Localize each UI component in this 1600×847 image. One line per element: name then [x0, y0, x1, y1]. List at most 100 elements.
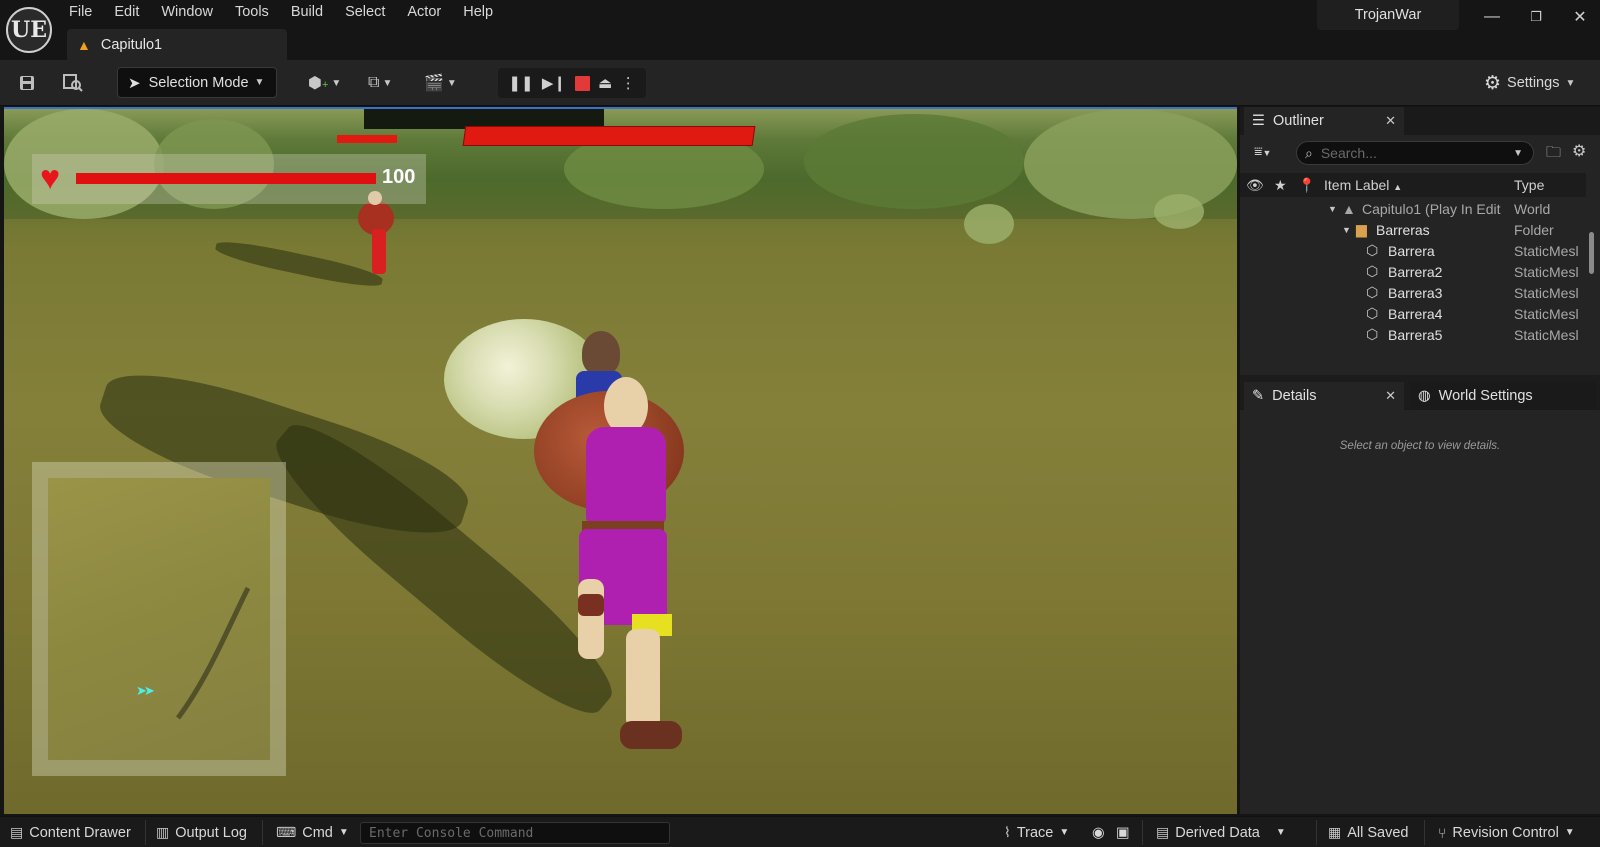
content-drawer-button[interactable]: ▤ Content Drawer — [10, 817, 131, 847]
small-bush — [964, 204, 1014, 244]
right-panel: ☰ Outliner ✕ ⩸▼ ⌕ Search... ▼ 🗀 ⚙ 👁 ★ 📍 … — [1240, 107, 1600, 814]
menu-build[interactable]: Build — [280, 0, 334, 26]
revision-control-button[interactable]: ⑂ Revision Control ▼ — [1438, 817, 1575, 847]
settings-button[interactable]: ⚙ Settings ▼ — [1484, 68, 1575, 98]
player-boot — [620, 721, 682, 749]
outliner-filter-row: ⩸▼ ⌕ Search... ▼ 🗀 ⚙ — [1240, 135, 1600, 171]
outliner-row-folder[interactable]: ▼ ▆ Barreras Folder — [1240, 219, 1586, 240]
separator — [262, 820, 263, 845]
details-empty-message: Select an object to view details. — [1339, 440, 1501, 452]
world-settings-tab[interactable]: ◍ World Settings — [1410, 382, 1596, 410]
mesh-icon: ⬡ — [1366, 263, 1379, 279]
output-log-button[interactable]: ▥ Output Log — [156, 817, 247, 847]
cinematics-button[interactable]: 🎬 ▼ — [424, 68, 457, 98]
trace-button[interactable]: ⌇ Trace ▼ — [1004, 817, 1069, 847]
clapperboard-icon: 🎬 — [424, 75, 444, 92]
level-icon: ▲ — [77, 36, 91, 53]
outliner-row-mesh[interactable]: ⬡ Barrera4 StaticMesl — [1240, 303, 1586, 324]
selection-mode-dropdown[interactable]: ➤ Selection Mode ▼ — [117, 67, 277, 98]
branch-icon: ⑂ — [1438, 824, 1447, 841]
chevron-down-icon: ▼ — [1059, 827, 1070, 838]
frame-advance-icon[interactable]: ▶❙ — [542, 74, 566, 92]
visibility-icon[interactable]: 👁 — [1246, 177, 1264, 194]
outliner-row-mesh[interactable]: ⬡ Barrera3 StaticMesl — [1240, 282, 1586, 303]
outliner-tab[interactable]: ☰ Outliner ✕ — [1244, 107, 1404, 135]
star-icon[interactable]: ★ — [1274, 177, 1287, 194]
more-options-icon[interactable]: ⋮ — [621, 74, 636, 92]
close-icon[interactable]: ✕ — [1565, 4, 1595, 30]
details-body: Select an object to view details. — [1240, 410, 1600, 814]
cmd-dropdown[interactable]: ⌨ Cmd ▼ — [276, 817, 349, 847]
all-saved-label: All Saved — [1347, 824, 1409, 841]
row-label: Barrera5 — [1388, 326, 1443, 343]
outliner-row-mesh[interactable]: ⬡ Barrera2 StaticMesl — [1240, 261, 1586, 282]
derived-data-label: Derived Data — [1175, 824, 1260, 841]
unreal-logo-icon[interactable]: UE — [6, 7, 52, 53]
minimize-icon[interactable]: — — [1477, 4, 1507, 30]
player-marker-icon: ➤➤ — [136, 683, 155, 698]
outliner-row-level[interactable]: ▼ ▲ Capitulo1 (Play In Edit World — [1240, 198, 1586, 219]
menu-help[interactable]: Help — [452, 0, 504, 26]
derived-data-button[interactable]: ▤ Derived Data ▼ — [1156, 817, 1286, 847]
row-label: Barreras — [1376, 221, 1430, 238]
add-actor-button[interactable]: ⬢+ ▼ — [308, 68, 341, 98]
revision-control-label: Revision Control — [1452, 824, 1559, 841]
details-tab[interactable]: ✎ Details ✕ — [1244, 382, 1404, 410]
globe-icon: ◍ — [1418, 388, 1431, 404]
separator — [145, 820, 146, 845]
outliner-icon: ☰ — [1252, 113, 1265, 129]
browse-icon[interactable] — [60, 70, 86, 96]
terminal-icon: ⌨ — [276, 824, 297, 840]
pencil-icon: ✎ — [1252, 388, 1265, 404]
save-icon[interactable] — [14, 70, 40, 96]
game-viewport[interactable]: ♥ 100 ➤➤ — [4, 107, 1237, 814]
separator — [1424, 820, 1425, 845]
column-item-label[interactable]: Item Label ▲ — [1324, 177, 1402, 193]
blueprint-button[interactable]: ⧉ ▼ — [368, 68, 392, 98]
row-label: Barrera — [1388, 242, 1435, 259]
expand-arrow-icon[interactable]: ▼ — [1328, 204, 1337, 214]
outliner-search-input[interactable]: ⌕ Search... ▼ — [1296, 141, 1534, 165]
menu-tools[interactable]: Tools — [224, 0, 280, 26]
level-tab[interactable]: ▲ Capitulo1 — [67, 29, 287, 60]
outliner-title: Outliner — [1273, 113, 1324, 129]
outliner-scrollbar[interactable] — [1589, 232, 1594, 274]
gear-icon[interactable]: ⚙ — [1572, 141, 1586, 161]
record-icon[interactable]: ◉ — [1092, 817, 1105, 847]
menu-actor[interactable]: Actor — [396, 0, 452, 26]
outliner-row-mesh[interactable]: ⬡ Barrera StaticMesl — [1240, 240, 1586, 261]
menu-window[interactable]: Window — [150, 0, 224, 26]
trace-icon: ⌇ — [1004, 824, 1011, 840]
add-actor-icon: ⬢+ — [308, 75, 329, 92]
close-icon[interactable]: ✕ — [1385, 113, 1396, 129]
eject-icon[interactable]: ⏏ — [598, 74, 612, 92]
menu-file[interactable]: File — [58, 0, 103, 26]
console-command-input[interactable]: Enter Console Command — [360, 822, 670, 844]
folder-icon: ▆ — [1356, 221, 1367, 237]
screenshot-icon[interactable]: ▣ — [1116, 817, 1130, 847]
separator — [1316, 820, 1317, 845]
menu-select[interactable]: Select — [334, 0, 396, 26]
close-icon[interactable]: ✕ — [1385, 388, 1396, 404]
tree-cluster — [804, 114, 1024, 209]
main-toolbar: ➤ Selection Mode ▼ ⬢+ ▼ ⧉ ▼ 🎬 ▼ ❚❚ ▶❙ ⏏ ⋮ ⚙… — [0, 60, 1600, 106]
chevron-down-icon: ▼ — [254, 77, 265, 88]
enemy-health-bar — [462, 126, 756, 146]
chevron-down-icon: ▼ — [331, 77, 342, 89]
expand-arrow-icon[interactable]: ▼ — [1342, 225, 1351, 235]
row-type: StaticMesl — [1514, 284, 1579, 301]
title-bar: UE File Edit Window Tools Build Select A… — [0, 0, 1600, 60]
add-folder-icon[interactable]: 🗀 — [1546, 142, 1561, 167]
derived-data-icon: ▤ — [1156, 824, 1170, 840]
blueprint-icon: ⧉ — [368, 74, 380, 91]
restore-icon[interactable]: ❐ — [1521, 4, 1551, 30]
small-bush — [1154, 194, 1204, 229]
column-type[interactable]: Type — [1514, 177, 1544, 193]
outliner-row-mesh[interactable]: ⬡ Barrera5 StaticMesl — [1240, 324, 1586, 345]
stop-icon[interactable] — [574, 75, 590, 91]
pin-icon[interactable]: 📍 — [1298, 177, 1315, 194]
all-saved-button[interactable]: ▦ All Saved — [1328, 817, 1409, 847]
menu-edit[interactable]: Edit — [103, 0, 150, 26]
filter-icon[interactable]: ⩸▼ — [1254, 143, 1271, 160]
pause-icon[interactable]: ❚❚ — [508, 74, 533, 92]
